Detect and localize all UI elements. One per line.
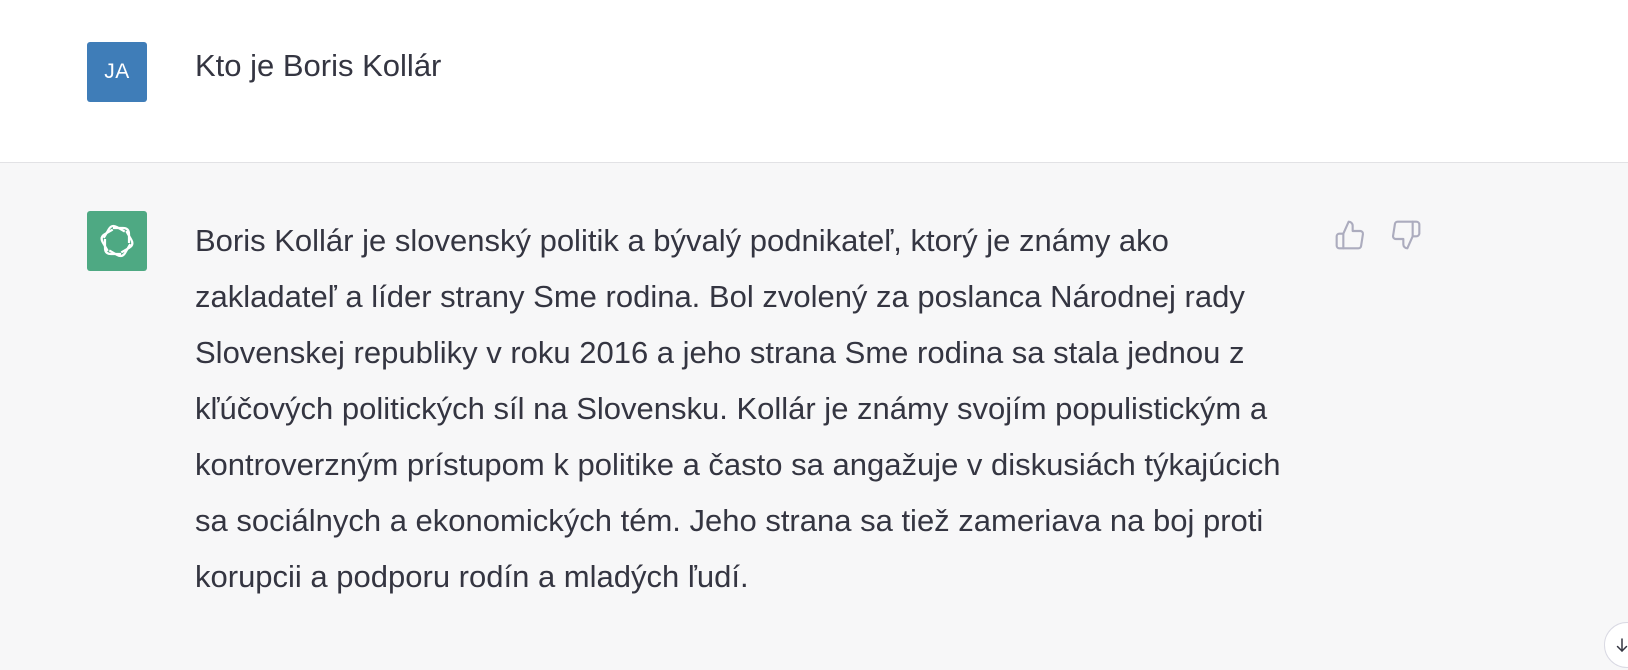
thumbs-up-icon: [1335, 220, 1364, 250]
user-message-text: Kto je Boris Kollár: [195, 48, 442, 83]
thumbs-down-icon: [1392, 220, 1421, 250]
arrow-down-icon: [1616, 638, 1628, 652]
thumbs-up-button[interactable]: [1333, 218, 1367, 252]
user-message-row: JA Kto je Boris Kollár: [0, 0, 1628, 163]
assistant-avatar: [87, 211, 147, 271]
assistant-message-row: Boris Kollár je slovenský politik a býva…: [0, 163, 1628, 670]
openai-logo-icon: [100, 224, 134, 258]
thumbs-down-button[interactable]: [1389, 218, 1423, 252]
assistant-message-text: Boris Kollár je slovenský politik a býva…: [195, 223, 1281, 594]
user-avatar: JA: [87, 42, 147, 102]
